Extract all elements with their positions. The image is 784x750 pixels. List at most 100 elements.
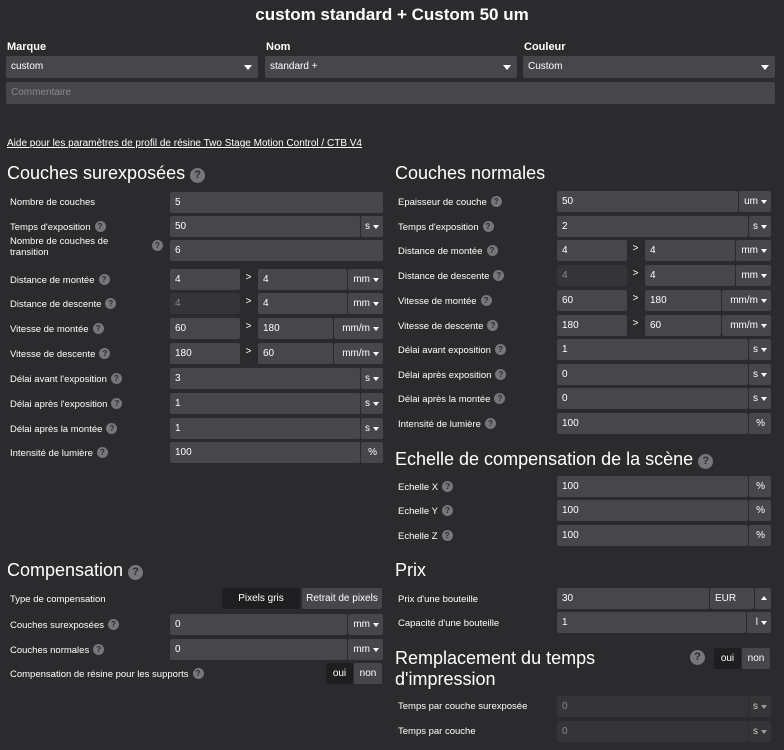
overexposed-row-unit-select[interactable]: s: [361, 418, 383, 439]
scale-row-unit-select[interactable]: %: [749, 476, 771, 497]
overexposed-row-unit-select[interactable]: mm/m: [334, 318, 383, 339]
normal-row-second-input[interactable]: 180: [645, 290, 721, 311]
currency-spinner[interactable]: [755, 588, 771, 609]
help-icon[interactable]: ?: [493, 270, 505, 281]
help-icon[interactable]: ?: [480, 295, 492, 306]
overexposed-row-second-input[interactable]: 4: [258, 269, 347, 290]
help-icon[interactable]: ?: [128, 565, 144, 580]
help-icon[interactable]: ?: [110, 373, 122, 384]
normal-row-input[interactable]: 1: [557, 339, 748, 360]
normal-row-second-input[interactable]: 4: [645, 265, 735, 286]
normal-row-unit-select[interactable]: s: [749, 216, 771, 237]
normal-row-second-input[interactable]: 4: [645, 240, 735, 261]
overexposed-row-unit-select[interactable]: s: [361, 216, 383, 237]
overexposed-row-input[interactable]: 100: [170, 442, 360, 463]
overexposed-row-second-input[interactable]: 4: [258, 293, 347, 314]
comment-field[interactable]: Commentaire: [6, 82, 775, 104]
overexposed-row-unit-select[interactable]: %: [361, 442, 383, 463]
help-icon[interactable]: ?: [482, 221, 494, 232]
normal-row-first-input[interactable]: 180: [557, 315, 627, 336]
normal-row-input[interactable]: 0: [557, 364, 748, 385]
help-icon[interactable]: ?: [99, 348, 111, 359]
scale-row-input[interactable]: 100: [557, 476, 748, 497]
overexposed-row-unit-select[interactable]: mm: [348, 293, 383, 314]
scale-row-input[interactable]: 100: [557, 500, 748, 521]
normal-row-input[interactable]: 50: [557, 191, 738, 212]
help-icon[interactable]: ?: [152, 240, 163, 251]
normal-row-input[interactable]: 0: [557, 388, 748, 409]
capacity-unit-select[interactable]: l: [747, 612, 771, 633]
help-icon[interactable]: ?: [486, 245, 498, 256]
scale-row-input[interactable]: 100: [557, 525, 748, 546]
normal-row-second-input[interactable]: 60: [645, 315, 721, 336]
overexposed-row-first-input[interactable]: 180: [170, 343, 240, 364]
overexposed-row-input[interactable]: 50: [170, 216, 360, 237]
compensation-row-input[interactable]: 0: [170, 639, 347, 660]
overexposed-row-unit-select[interactable]: mm: [348, 269, 383, 290]
help-icon[interactable]: ?: [690, 650, 705, 665]
normal-row-unit-select[interactable]: mm/m: [722, 290, 771, 311]
help-icon[interactable]: ?: [105, 298, 117, 309]
normal-row-unit-select[interactable]: s: [749, 388, 771, 409]
help-icon[interactable]: ?: [94, 221, 106, 232]
replacement-row-unit-select[interactable]: s: [749, 721, 771, 742]
marque-select[interactable]: custom: [6, 56, 258, 78]
support-yes-button[interactable]: oui: [326, 663, 353, 684]
help-icon[interactable]: ?: [441, 530, 453, 541]
help-icon[interactable]: ?: [495, 369, 507, 380]
couleur-select[interactable]: Custom: [523, 56, 775, 78]
compensation-row-input[interactable]: 0: [170, 614, 347, 635]
help-icon[interactable]: ?: [441, 505, 453, 516]
replacement-row-input[interactable]: 0: [557, 696, 748, 717]
help-link[interactable]: Aide pour les paramètres de profil de ré…: [7, 138, 362, 149]
replacement-yes-button[interactable]: oui: [714, 648, 741, 669]
overexposed-row-second-input[interactable]: 180: [258, 318, 333, 339]
scale-row-unit-select[interactable]: %: [749, 500, 771, 521]
overexposed-row-unit-select[interactable]: s: [361, 393, 383, 414]
help-icon[interactable]: ?: [106, 423, 118, 434]
help-icon[interactable]: ?: [494, 344, 506, 355]
replacement-row-unit-select[interactable]: s: [749, 696, 771, 717]
normal-row-unit-select[interactable]: %: [749, 413, 771, 434]
overexposed-row-input[interactable]: 6: [170, 240, 383, 261]
help-icon[interactable]: ?: [190, 168, 206, 183]
overexposed-row-input[interactable]: 5: [170, 192, 383, 213]
help-icon[interactable]: ?: [487, 320, 499, 331]
overexposed-row-first-input[interactable]: 4: [170, 293, 240, 314]
normal-row-unit-select[interactable]: mm: [736, 265, 771, 286]
normal-row-unit-select[interactable]: s: [749, 339, 771, 360]
help-icon[interactable]: ?: [698, 454, 714, 469]
replacement-no-button[interactable]: non: [742, 648, 770, 669]
normal-row-first-input[interactable]: 60: [557, 290, 627, 311]
normal-row-input[interactable]: 2: [557, 216, 748, 237]
overexposed-row-input[interactable]: 3: [170, 368, 360, 389]
overexposed-row-unit-select[interactable]: s: [361, 368, 383, 389]
normal-row-unit-select[interactable]: um: [739, 191, 771, 212]
overexposed-row-unit-select[interactable]: mm/m: [334, 343, 383, 364]
help-icon[interactable]: ?: [108, 619, 119, 630]
help-icon[interactable]: ?: [484, 418, 496, 429]
overexposed-row-second-input[interactable]: 60: [258, 343, 333, 364]
scale-row-unit-select[interactable]: %: [749, 525, 771, 546]
support-no-button[interactable]: non: [354, 663, 382, 684]
currency-field[interactable]: EUR: [710, 588, 754, 609]
normal-row-unit-select[interactable]: mm: [736, 240, 771, 261]
normal-row-first-input[interactable]: 4: [557, 265, 627, 286]
help-icon[interactable]: ?: [192, 668, 204, 679]
overexposed-row-input[interactable]: 1: [170, 393, 360, 414]
replacement-row-input[interactable]: 0: [557, 721, 748, 742]
help-icon[interactable]: ?: [92, 323, 104, 334]
normal-row-unit-select[interactable]: mm/m: [722, 315, 771, 336]
nom-select[interactable]: standard +: [265, 56, 517, 78]
bottle-capacity-input[interactable]: 1: [557, 612, 746, 633]
normal-row-unit-select[interactable]: s: [749, 364, 771, 385]
help-icon[interactable]: ?: [442, 481, 454, 492]
overexposed-row-first-input[interactable]: 60: [170, 318, 240, 339]
help-icon[interactable]: ?: [98, 274, 110, 285]
help-icon[interactable]: ?: [93, 644, 105, 655]
compensation-row-unit-select[interactable]: mm: [348, 639, 383, 660]
overexposed-row-first-input[interactable]: 4: [170, 269, 240, 290]
help-icon[interactable]: ?: [111, 398, 123, 409]
pixel-removal-option[interactable]: Retrait de pixels: [302, 588, 382, 609]
help-icon[interactable]: ?: [490, 196, 502, 207]
